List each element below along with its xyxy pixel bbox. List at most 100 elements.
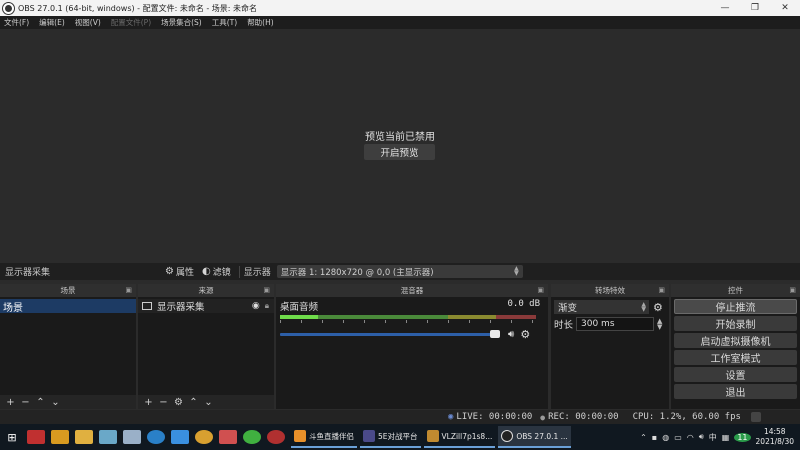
source-list-item[interactable]: 显示器采集 ◉ 🔒︎ <box>138 299 274 313</box>
studio-mode-button[interactable]: 工作室模式 <box>674 350 797 365</box>
settings-button[interactable]: 设置 <box>674 367 797 382</box>
rec-indicator-icon: ● <box>540 412 546 422</box>
pinned-app-icon[interactable] <box>219 430 237 444</box>
scene-list-item[interactable]: 场景 <box>0 299 136 314</box>
pinned-app-icon[interactable] <box>99 430 117 444</box>
pinned-app-icon[interactable] <box>27 430 45 444</box>
obs-icon <box>501 430 514 442</box>
start-virtual-camera-button[interactable]: 启动虚拟摄像机 <box>674 333 797 348</box>
gear-icon[interactable]: ⚙ <box>171 397 186 408</box>
enable-preview-button[interactable]: 开启预览 <box>364 144 435 160</box>
lock-icon[interactable]: 🔒︎ <box>265 301 269 311</box>
move-up-icon[interactable]: ⌃ <box>186 397 201 408</box>
menu-file[interactable]: 文件(F) <box>4 17 29 28</box>
float-icon[interactable]: ▣ <box>263 286 270 294</box>
duration-label: 时长 <box>554 320 574 331</box>
float-icon[interactable]: ▣ <box>537 286 544 294</box>
transition-select[interactable]: 渐变 ▲ ▼ <box>554 300 649 314</box>
add-icon[interactable]: + <box>141 397 156 408</box>
move-down-icon[interactable]: ⌄ <box>48 397 63 408</box>
filter-icon: ◐ <box>201 266 211 277</box>
taskbar-app-5e[interactable]: 5E对战平台 <box>360 426 421 448</box>
audio-track: 桌面音频 0.0 dB 🔊︎ ⚙ <box>276 297 548 343</box>
sources-dock-toolbar: + − ⚙ ⌃ ⌄ <box>138 395 274 409</box>
pinned-app-icon[interactable] <box>267 430 285 444</box>
minimize-icon[interactable]: — <box>710 0 740 16</box>
restore-icon[interactable]: ❐ <box>740 0 770 16</box>
controls-dock: 控件 ▣ 停止推流 开始录制 启动虚拟摄像机 工作室模式 设置 退出 <box>671 284 800 409</box>
float-icon[interactable]: ▣ <box>125 286 132 294</box>
scenes-dock-header: 场景 ▣ <box>0 284 136 297</box>
taskbar-app-obs[interactable]: OBS 27.0.1 ... <box>498 426 571 448</box>
menu-profile[interactable]: 配置文件(P) <box>111 17 151 28</box>
remove-icon[interactable]: − <box>18 397 33 408</box>
duration-stepper[interactable]: ▲ ▼ <box>657 318 662 331</box>
volume-meter <box>280 315 536 319</box>
notification-badge-icon[interactable]: 11 <box>734 432 751 442</box>
pinned-app-icon[interactable] <box>51 430 69 444</box>
taskbar-app-game[interactable]: VLZill7p1s8... <box>423 426 496 448</box>
scenes-dock-toolbar: + − ⌃ ⌄ <box>0 395 136 409</box>
folder-icon[interactable] <box>75 430 93 444</box>
start-recording-button[interactable]: 开始录制 <box>674 316 797 331</box>
preview-area[interactable]: 预览当前已禁用 开启预览 <box>0 29 800 262</box>
gear-icon[interactable]: ⚙ <box>520 328 530 341</box>
move-up-icon[interactable]: ⌃ <box>33 397 48 408</box>
float-icon[interactable]: ▣ <box>789 286 796 294</box>
filters-button[interactable]: ◐ 滤镜 <box>202 265 231 278</box>
display-select[interactable]: 显示器 1: 1280x720 @ 0,0 (主显示器) ▲ ▼ <box>276 265 523 278</box>
display-icon[interactable]: ▭ <box>674 433 682 442</box>
windows-start-icon[interactable]: ⊞ <box>0 431 24 444</box>
speaker-icon[interactable]: 🔊︎ <box>508 329 514 340</box>
sources-dock-title: 来源 <box>198 286 214 295</box>
ime-language[interactable]: 中 <box>709 432 717 443</box>
game-icon <box>426 430 439 442</box>
track-db-readout: 0.0 dB <box>507 299 540 309</box>
tray-app-icon[interactable]: ▪ <box>652 433 657 442</box>
filters-label: 滤镜 <box>212 268 231 278</box>
float-icon[interactable]: ▣ <box>658 286 665 294</box>
stop-streaming-button[interactable]: 停止推流 <box>674 299 797 314</box>
wechat-tray-icon[interactable]: ◍ <box>662 433 669 442</box>
close-icon[interactable]: ✕ <box>770 0 800 16</box>
add-icon[interactable]: + <box>3 397 18 408</box>
volume-slider-handle[interactable] <box>490 330 500 338</box>
gear-icon[interactable]: ⚙ <box>653 301 663 314</box>
chrome-icon[interactable] <box>195 430 213 444</box>
taskbar-app-label: VLZill7p1s8... <box>441 431 493 441</box>
live-timer: LIVE: 00:00:00 <box>456 412 533 422</box>
clock-time: 14:58 <box>763 427 786 436</box>
live-indicator-icon: ◉ <box>448 412 454 422</box>
edge-icon[interactable] <box>147 430 165 444</box>
menu-scene-collection[interactable]: 场景集合(S) <box>161 17 202 28</box>
menu-tools[interactable]: 工具(T) <box>212 17 237 28</box>
remove-icon[interactable]: − <box>156 397 171 408</box>
exit-button[interactable]: 退出 <box>674 384 797 399</box>
menu-edit[interactable]: 编辑(E) <box>39 17 65 28</box>
pinned-app-icon[interactable] <box>171 430 189 444</box>
menu-view[interactable]: 视图(V) <box>75 17 101 28</box>
system-clock[interactable]: 14:58 2021/8/30 <box>756 427 794 447</box>
chevron-up-icon[interactable]: ⌃ <box>640 433 647 442</box>
wechat-icon[interactable] <box>243 430 261 444</box>
wifi-icon[interactable]: ◠ <box>687 433 694 442</box>
taskbar-app-label: 斗鱼直播伴侣 <box>309 431 354 441</box>
sources-dock-header: 来源 ▣ <box>138 284 274 297</box>
toolbar-divider <box>238 265 240 278</box>
menu-help[interactable]: 帮助(H) <box>247 17 274 28</box>
taskbar-app-label: OBS 27.0.1 ... <box>516 431 568 441</box>
rec-status: ● REC: 00:00:00 <box>540 412 618 422</box>
properties-button[interactable]: ⚙ 属性 <box>165 265 194 278</box>
volume-slider[interactable] <box>280 330 500 338</box>
preview-disabled-message: 预览当前已禁用 <box>365 132 435 143</box>
volume-icon[interactable]: 🔊︎ <box>699 432 704 442</box>
move-down-icon[interactable]: ⌄ <box>201 397 216 408</box>
douyu-icon <box>294 430 306 442</box>
transitions-dock: 转场特效 ▣ 渐变 ▲ ▼ ⚙ 时长 300 ms ▲ ▼ <box>551 284 669 409</box>
grid-icon[interactable]: ▦ <box>722 433 730 442</box>
pinned-app-icon[interactable] <box>123 430 141 444</box>
duration-input[interactable]: 300 ms <box>576 317 655 331</box>
taskbar-app-douyu[interactable]: 斗鱼直播伴侣 <box>291 426 357 448</box>
eye-icon[interactable]: ◉ <box>252 301 260 311</box>
transitions-dock-header: 转场特效 ▣ <box>551 284 669 297</box>
